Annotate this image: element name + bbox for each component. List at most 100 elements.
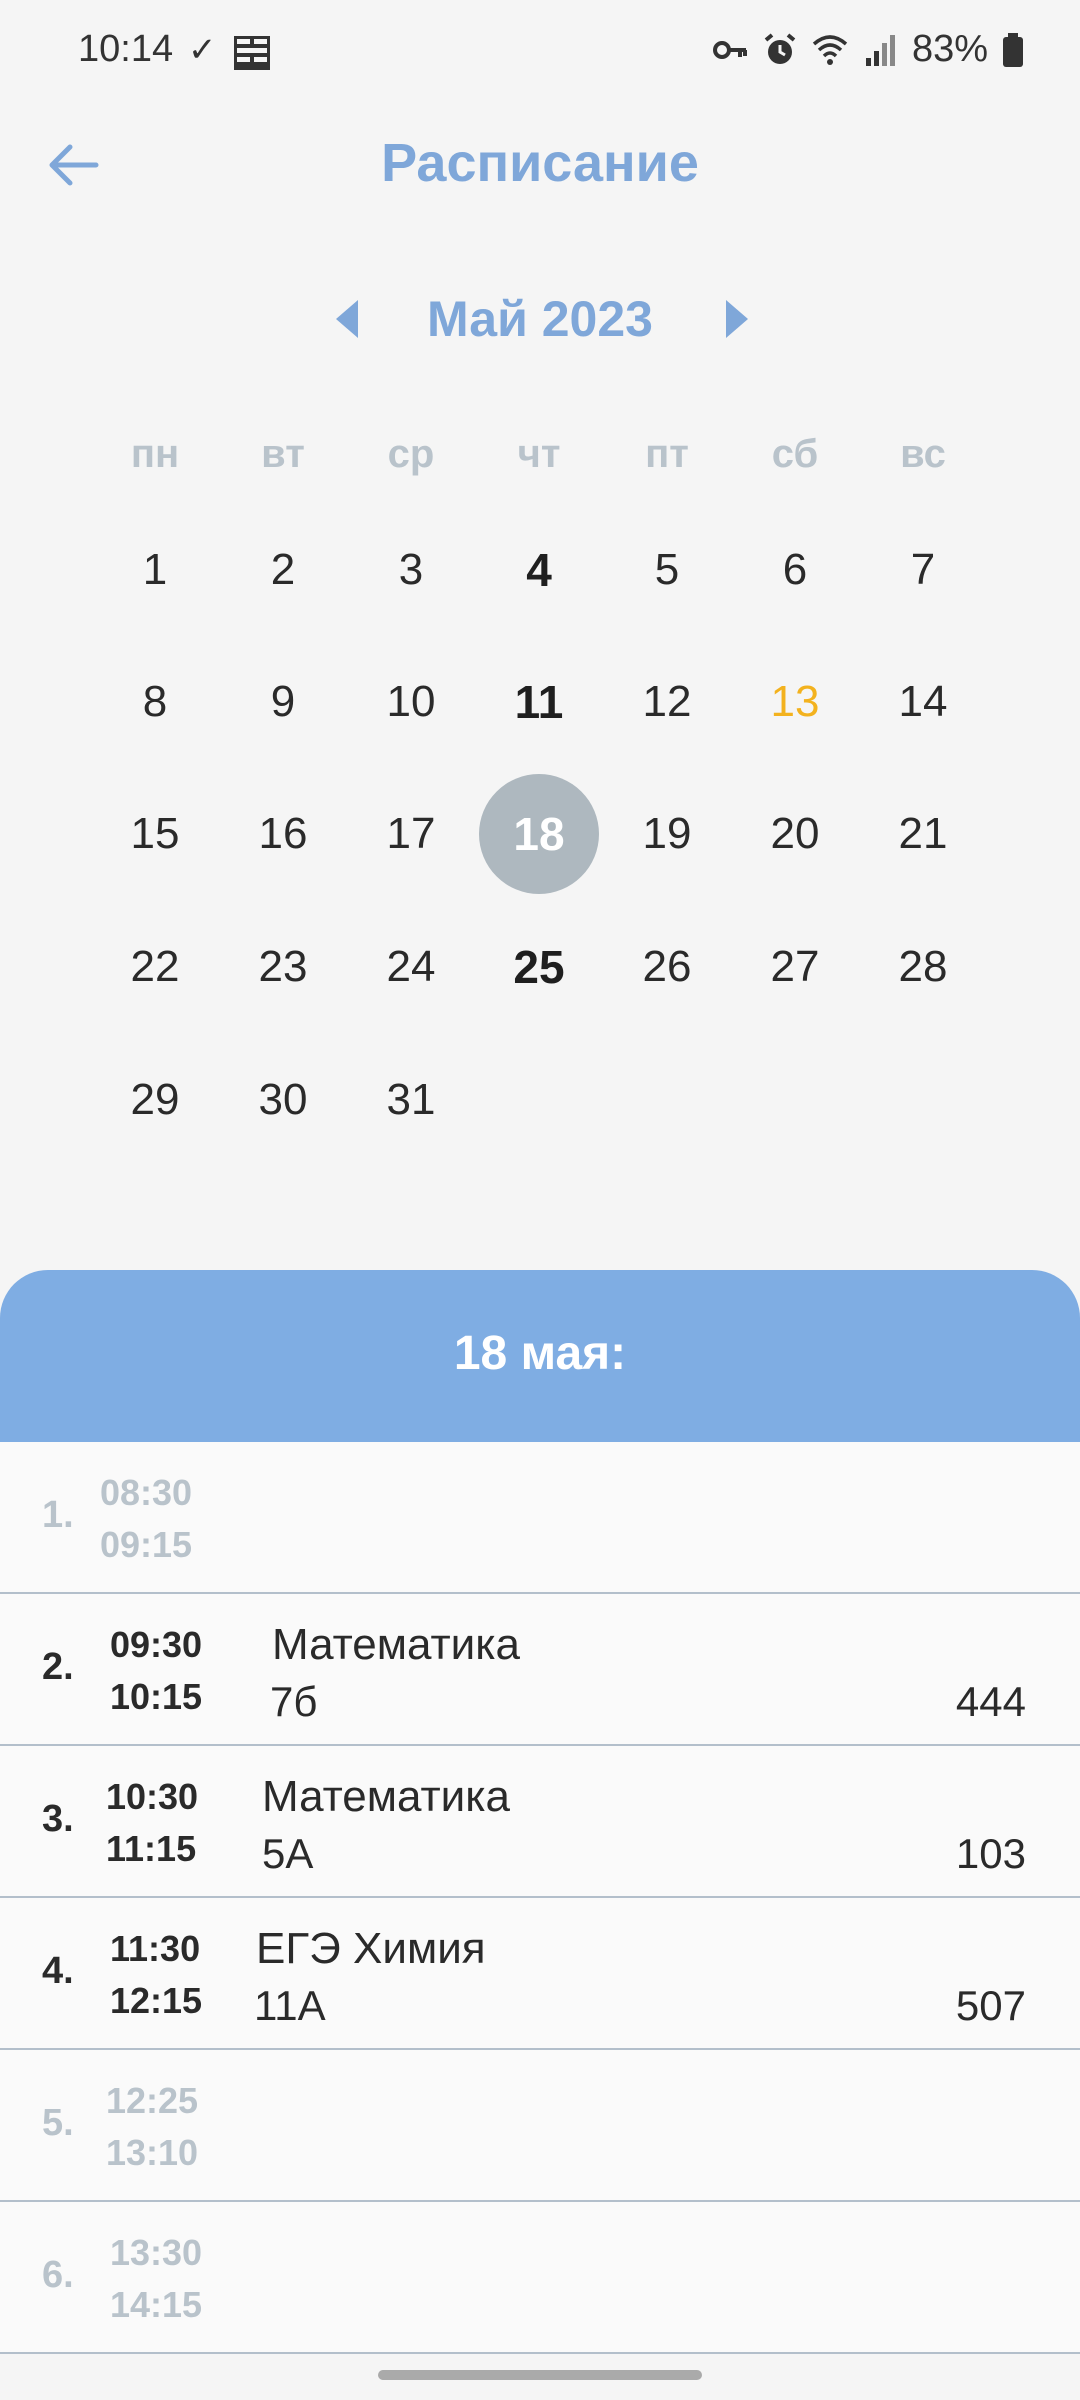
calendar-day[interactable]: 16 [223,774,343,894]
calendar-day[interactable]: 12 [607,642,727,762]
app-grid-icon [234,36,270,70]
calendar-day[interactable]: 29 [95,1040,215,1160]
weekday-label: вс [900,432,946,476]
calendar-day[interactable]: 2 [223,510,343,630]
weekday-label: вт [261,432,305,476]
next-month-icon[interactable] [716,294,756,344]
calendar-day-number: 16 [258,809,308,858]
calendar-day[interactable]: 4 [479,510,599,630]
calendar-day-number: 19 [642,809,692,858]
calendar-day[interactable]: 14 [863,642,983,762]
calendar-day-number: 30 [258,1075,308,1124]
lesson-end-time: 09:15 [100,1524,193,1565]
lesson-class: 11А [254,1982,326,2029]
calendar-day[interactable]: 24 [351,907,471,1027]
app-bar: Расписание [0,110,1080,220]
lesson-end-time: 10:15 [110,1676,203,1717]
lesson-subject: ЕГЭ Химия [256,1924,486,1973]
calendar-day-number: 21 [898,809,948,858]
lesson-start-time: 11:30 [110,1928,201,1969]
lesson-row[interactable]: 3. 10:30 11:15 Математика 5А 103 [0,1746,1080,1898]
lesson-row[interactable]: 6. 13:30 14:15 [0,2202,1080,2354]
calendar-day-number: 26 [642,942,692,991]
calendar-day-number: 6 [782,545,808,594]
alarm-icon [764,32,796,64]
lesson-row[interactable]: 5. 12:25 13:10 [0,2050,1080,2202]
calendar-day[interactable]: 13 [735,642,855,762]
lesson-index: 2. [42,1646,74,1688]
calendar-day-number: 24 [386,942,436,991]
month-label: Май 2023 [427,291,653,347]
weekday-label: пн [130,432,180,476]
calendar-day-number: 13 [770,677,820,726]
calendar-day-number: 7 [910,545,936,594]
lesson-room: 103 [955,1830,1026,1877]
page-title: Расписание [381,133,699,193]
calendar-day[interactable]: 20 [735,774,855,894]
calendar-day-number: 14 [898,677,948,726]
calendar-day[interactable]: 1 [95,510,215,630]
lesson-room: 444 [955,1678,1026,1725]
calendar-day[interactable]: 22 [95,907,215,1027]
weekday-label: сб [771,432,819,476]
calendar-day[interactable]: 23 [223,907,343,1027]
calendar-day-number: 28 [898,942,948,991]
calendar-day[interactable]: 28 [863,907,983,1027]
lesson-index: 1. [42,1494,74,1536]
status-time: 10:14 [78,28,174,70]
lesson-subject: Математика [272,1620,520,1669]
schedule-header: 18 мая: [0,1270,1080,1442]
calendar-day[interactable]: 25 [479,907,599,1027]
lesson-end-time: 11:15 [106,1828,197,1869]
calendar-day[interactable]: 11 [479,642,599,762]
calendar-day[interactable]: 10 [351,642,471,762]
weekday-label: ср [387,432,435,476]
calendar-day[interactable]: 8 [95,642,215,762]
calendar-day-number: 11 [514,676,564,728]
status-bar: 10:14 ✓ 83% [0,0,1080,100]
wifi-icon [812,34,848,65]
calendar-day[interactable]: 7 [863,510,983,630]
lesson-row[interactable]: 2. 09:30 10:15 Математика 7б 444 [0,1594,1080,1746]
calendar-day-number: 9 [270,677,296,726]
lesson-start-time: 12:25 [106,2080,199,2121]
calendar-day[interactable]: 19 [607,774,727,894]
lesson-end-time: 13:10 [106,2132,199,2173]
calendar-day-number: 17 [386,809,436,858]
lesson-class: 5А [262,1830,314,1877]
calendar-day[interactable]: 30 [223,1040,343,1160]
calendar-day-number: 2 [270,545,296,594]
month-selector: Май 2023 [0,280,1080,360]
calendar-day[interactable]: 6 [735,510,855,630]
calendar-day-number: 31 [386,1075,436,1124]
lesson-class: 7б [270,1678,318,1725]
calendar-day[interactable]: 17 [351,774,471,894]
calendar-day-number: 29 [130,1075,180,1124]
lesson-row[interactable]: 1. 08:30 09:15 [0,1442,1080,1594]
lesson-subject: Математика [262,1772,510,1821]
calendar-day[interactable]: 3 [351,510,471,630]
calendar-day-number: 1 [142,545,168,594]
weekday-label: пт [645,432,689,476]
vpn-key-icon [712,40,747,59]
lesson-row[interactable]: 4. 11:30 12:15 ЕГЭ Химия 11А 507 [0,1898,1080,2050]
signal-icon [865,34,895,66]
lesson-room: 507 [955,1982,1026,2029]
calendar-day-number: 4 [526,544,552,596]
calendar-day[interactable]: 5 [607,510,727,630]
calendar-day[interactable]: 31 [351,1040,471,1160]
calendar-day[interactable]: 15 [95,774,215,894]
lesson-index: 5. [42,2102,74,2144]
home-indicator[interactable] [378,2370,702,2380]
calendar-day[interactable]: 21 [863,774,983,894]
calendar-day-number: 15 [130,809,180,858]
lesson-index: 4. [42,1950,74,1992]
lesson-index: 6. [42,2254,74,2296]
calendar-day[interactable]: 27 [735,907,855,1027]
lesson-start-time: 13:30 [110,2232,203,2273]
calendar-day-number: 18 [513,808,565,860]
calendar-day[interactable]: 9 [223,642,343,762]
calendar-day[interactable]: 18 [479,774,599,894]
lesson-end-time: 12:15 [110,1980,203,2021]
calendar-day[interactable]: 26 [607,907,727,1027]
